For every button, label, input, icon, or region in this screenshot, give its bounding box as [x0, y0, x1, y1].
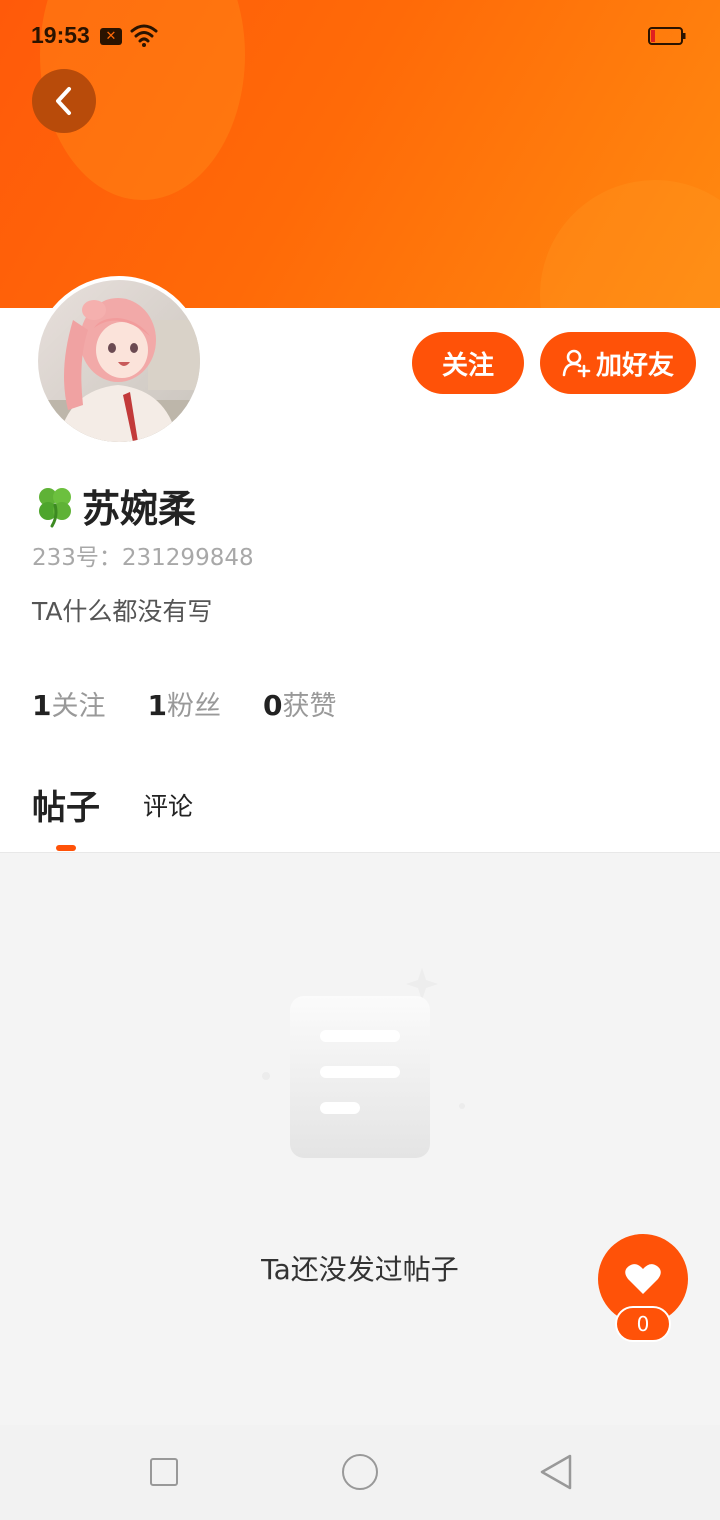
add-friend-button-label: 加好友 [595, 350, 674, 381]
avatar[interactable] [34, 276, 204, 446]
heart-icon [625, 1264, 661, 1294]
stat-following-label: 关注 [51, 691, 106, 722]
add-friend-button[interactable]: 加好友 [540, 332, 696, 394]
username: 苏婉柔 [32, 480, 197, 531]
stat-likes-label: 获赞 [282, 691, 337, 722]
add-user-icon [562, 349, 591, 378]
follow-button-label: 关注 [441, 350, 494, 381]
stat-likes-value: 0 [262, 689, 283, 722]
battery-low-icon [648, 27, 686, 45]
tab-posts[interactable]: 帖子 [32, 780, 100, 829]
stat-likes[interactable]: 0获赞 [263, 684, 336, 723]
stat-followers[interactable]: 1粉丝 [147, 684, 220, 723]
stat-following-value: 1 [32, 689, 52, 722]
sim-card-x-icon: ✕ [100, 28, 122, 45]
status-time: 19:53 [31, 22, 90, 48]
stat-followers-label: 粉丝 [166, 691, 221, 722]
document-icon [262, 968, 465, 1158]
stat-followers-value: 1 [147, 689, 167, 722]
user-bio: TA什么都没有写 [32, 597, 213, 626]
stats-row: 1关注 1粉丝 0获赞 [32, 684, 336, 723]
system-nav-bar [0, 1425, 720, 1520]
triangle-back-icon[interactable] [538, 1452, 574, 1492]
chevron-left-icon [56, 87, 71, 115]
wifi-icon [130, 24, 158, 47]
status-bar: 19:53 ✕ [0, 0, 720, 72]
square-icon[interactable] [150, 1458, 178, 1486]
tab-comments[interactable]: 评论 [143, 787, 193, 823]
like-count-badge: 0 [615, 1306, 671, 1342]
back-button[interactable] [32, 69, 96, 133]
user-id: 233号：231299848 [32, 545, 254, 571]
active-tab-indicator [56, 845, 76, 851]
circle-icon[interactable] [342, 1454, 378, 1490]
stat-following[interactable]: 1关注 [32, 684, 105, 723]
four-leaf-clover-icon [39, 488, 71, 528]
username-text: 苏婉柔 [82, 486, 197, 531]
follow-button[interactable]: 关注 [412, 332, 524, 394]
